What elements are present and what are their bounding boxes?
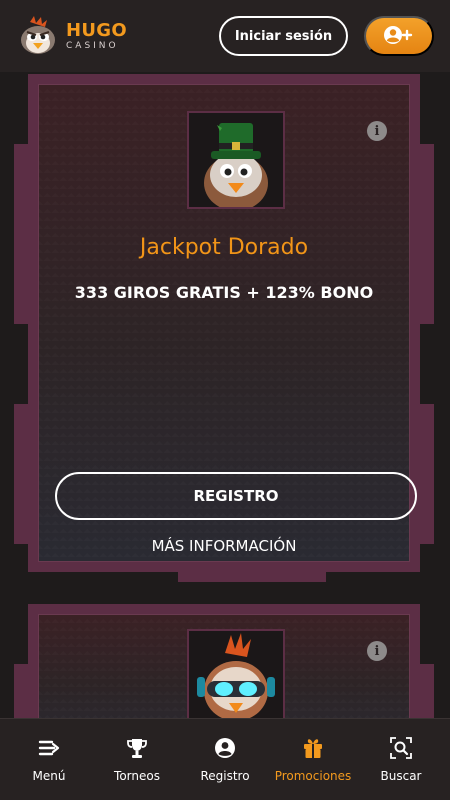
card-frame-notch: [178, 572, 326, 582]
search-icon: [390, 736, 412, 759]
nav-item-label: Torneos: [114, 768, 160, 783]
login-button[interactable]: Iniciar sesión: [219, 16, 348, 56]
menu-icon: [38, 737, 60, 759]
top-header: HUGO CASINO Iniciar sesión: [0, 0, 450, 72]
nav-item-label: Menú: [32, 768, 66, 783]
nav-item-register[interactable]: Registro: [182, 719, 268, 800]
chicken-mascot-icon: [16, 16, 60, 56]
register-button[interactable]: [364, 16, 434, 56]
info-icon[interactable]: i: [367, 121, 387, 141]
card-frame-tab: [420, 144, 434, 324]
promo-subtitle: 333 GIROS GRATIS + 123% BONO: [74, 283, 374, 302]
user-circle-icon: [214, 737, 236, 759]
promo-title: Jackpot Dorado: [139, 235, 309, 260]
info-icon[interactable]: i: [367, 641, 387, 661]
logo-name: HUGO: [66, 19, 127, 41]
more-info-link[interactable]: MÁS INFORMACIÓN: [39, 537, 409, 555]
logo-subtitle: CASINO: [66, 40, 119, 51]
nav-item-label: Promociones: [274, 768, 352, 783]
nav-item-search[interactable]: Buscar: [358, 719, 444, 800]
promo-card-body: i Jackpot Dorado 333 GIROS GRATIS + 123%…: [38, 84, 417, 562]
nav-item-tournaments[interactable]: Torneos: [94, 719, 180, 800]
card-frame-tab: [420, 404, 434, 544]
nav-item-promotions[interactable]: Promociones: [270, 719, 356, 800]
bottom-nav: Menú Torneos Registro Promociones Buscar: [0, 718, 450, 800]
nav-item-menu[interactable]: Menú: [6, 719, 92, 800]
promo-card: i Jackpot Dorado 333 GIROS GRATIS + 123%…: [14, 74, 434, 582]
promo-image: [187, 111, 285, 209]
trophy-icon: [126, 737, 148, 759]
card-frame-tab: [14, 404, 28, 544]
card-frame-tab: [14, 144, 28, 324]
casino-logo[interactable]: HUGO CASINO: [16, 16, 127, 56]
user-plus-icon: [382, 24, 416, 49]
page: HUGO CASINO Iniciar sesión i Jackpot Dor…: [0, 0, 450, 800]
promo-image: [187, 629, 285, 727]
nav-item-label: Buscar: [380, 768, 422, 783]
nav-item-label: Registro: [200, 768, 250, 783]
promo-register-button[interactable]: REGISTRO: [55, 472, 417, 520]
gift-icon: [302, 737, 324, 759]
